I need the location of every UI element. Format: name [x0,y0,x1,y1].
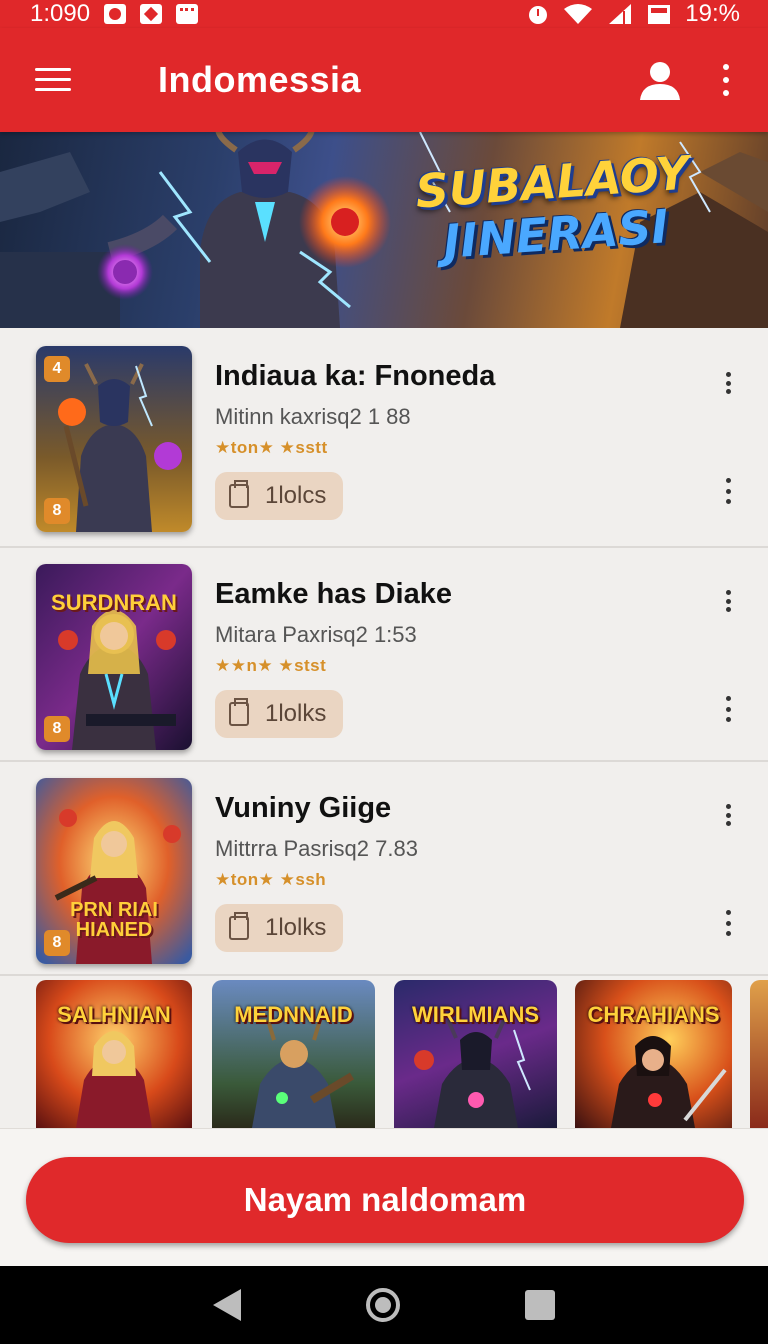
carousel-card[interactable]: WIRLMIANS [394,980,557,1128]
more-vert-icon [725,804,731,809]
more-options-button[interactable] [718,60,734,100]
menu-button[interactable] [0,28,106,132]
notification-icon [104,4,127,24]
list-item[interactable]: PRN RIAI HIANED 8 Vuniny Giige Mittrra P… [0,762,768,976]
notification-icon [140,4,163,24]
more-vert-icon [723,63,729,70]
game-thumbnail: PRN RIAI HIANED 8 [36,778,192,964]
notification-icon [176,4,199,24]
more-vert-icon [725,590,731,595]
bag-icon [229,698,249,726]
game-rating: ★ton★ ★ssh [215,870,327,889]
more-options-button[interactable] [720,590,736,612]
signal-icon [609,4,632,24]
list-item[interactable]: 4 8 Indiaua ka: Fnoneda Mitinn kaxrisq2 … [0,330,768,548]
battery-icon [648,5,671,24]
recents-icon[interactable] [525,1290,556,1320]
save-chip[interactable]: 1lolcs [215,472,343,520]
alarm-icon [529,6,548,24]
carousel-card[interactable] [750,980,768,1128]
carousel-card[interactable]: MEDNNAID [212,980,375,1128]
system-navigation-bar [0,1266,768,1344]
carousel-card-title: MEDNNAID [234,1002,353,1027]
bag-icon [229,480,249,508]
chip-label: 1lolcs [265,482,327,509]
chip-label: 1lolks [265,700,327,727]
back-icon[interactable] [212,1289,241,1321]
status-bar: 1:090 19:% [0,0,768,28]
menu-icon [35,68,71,92]
chip-label: 1lolks [265,914,327,941]
bag-icon [229,912,249,940]
game-rating: ★ton★ ★sstt [215,438,328,457]
game-subtitle: Mitara Paxrisq2 1:53 [215,622,417,647]
game-thumbnail-title: SURDNRAN [51,590,177,615]
game-subtitle: Mittrra Pasrisq2 7.83 [215,836,418,861]
more-vert-icon [725,478,731,483]
profile-button[interactable] [638,58,682,102]
app-bar-actions [638,58,768,102]
game-badge: 8 [44,930,70,956]
game-subtitle: Mitinn kaxrisq2 1 88 [215,404,411,429]
carousel-card-title: CHRAHIANS [587,1002,720,1027]
status-left: 1:090 [30,0,199,28]
more-options-button[interactable] [720,478,736,504]
more-options-button[interactable] [720,910,736,936]
game-badge: 4 [44,356,70,382]
game-badge: 8 [44,498,70,524]
more-vert-icon [725,696,731,701]
more-vert-icon [725,910,731,915]
save-chip[interactable]: 1lolks [215,904,343,952]
game-thumbnail: SURDNRAN 8 [36,564,192,750]
banner-title: SUBALAOY JINERASI [413,145,691,269]
game-rating: ★★n★ ★stst [215,656,327,675]
app-title: Indomessia [158,59,362,100]
carousel-card-title: SALHNIAN [57,1002,171,1027]
game-title: Vuniny Giige [215,792,392,824]
game-carousel[interactable]: SALHNIAN MEDNNAID WIRLMIANS CHRAHIANS [0,980,768,1128]
carousel-card-title: WIRLMIANS [411,1002,540,1027]
status-time: 1:090 [30,0,91,27]
battery-level: 19:% [685,0,740,27]
game-title: Eamke has Diake [215,578,452,610]
home-icon[interactable] [365,1288,400,1322]
more-vert-icon [725,372,731,377]
list-item[interactable]: SURDNRAN 8 Eamke has Diake Mitara Paxris… [0,548,768,762]
more-options-button[interactable] [720,696,736,722]
game-thumbnail: 4 8 [36,346,192,532]
game-title: Indiaua ka: Fnoneda [215,360,496,392]
app-bar: Indomessia [0,28,768,132]
user-icon [640,62,680,100]
featured-banner[interactable]: SUBALAOY JINERASI [0,132,768,328]
more-options-button[interactable] [720,372,736,394]
wifi-icon [564,4,593,24]
carousel-card[interactable]: SALHNIAN [36,980,192,1128]
game-badge: 8 [44,716,70,742]
more-options-button[interactable] [720,804,736,826]
bottom-action-area: Nayam naldomam [0,1128,768,1266]
carousel-card[interactable]: CHRAHIANS [575,980,732,1128]
save-chip[interactable]: 1lolks [215,690,343,738]
primary-action-button[interactable]: Nayam naldomam [26,1157,744,1243]
game-list: 4 8 Indiaua ka: Fnoneda Mitinn kaxrisq2 … [0,330,768,976]
status-right: 19:% [527,0,740,28]
